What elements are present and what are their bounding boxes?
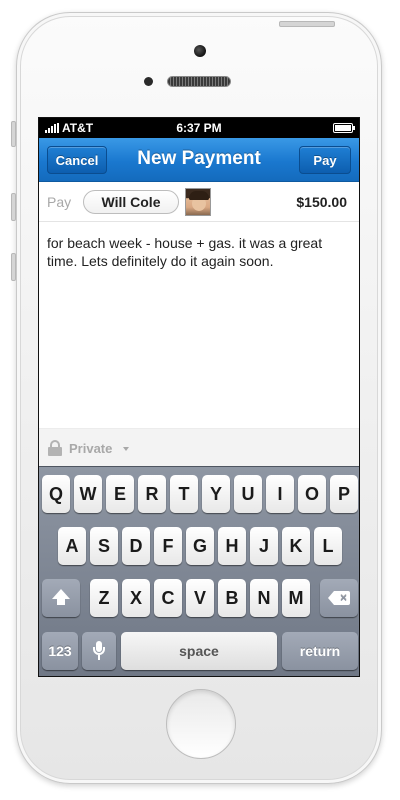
front-camera (194, 45, 206, 57)
key-t[interactable]: T (170, 475, 198, 513)
dictation-key[interactable] (82, 632, 116, 670)
privacy-label: Private (69, 441, 113, 456)
key-e[interactable]: E (106, 475, 134, 513)
delete-key[interactable]: × (320, 579, 358, 617)
key-v[interactable]: V (186, 579, 214, 617)
status-bar: AT&T 6:37 PM (39, 118, 359, 138)
recipient-chip[interactable]: Will Cole (83, 190, 179, 214)
note-text-area[interactable]: for beach week - house + gas. it was a g… (47, 234, 351, 270)
proximity-sensor (144, 77, 153, 86)
key-g[interactable]: G (186, 527, 214, 565)
pay-label: Pay (47, 194, 72, 210)
key-d[interactable]: D (122, 527, 150, 565)
return-key[interactable]: return (282, 632, 358, 670)
nav-bar: Cancel New Payment Pay (39, 138, 359, 182)
key-z[interactable]: Z (90, 579, 118, 617)
space-key[interactable]: space (121, 632, 277, 670)
numbers-key[interactable]: 123 (42, 632, 78, 670)
key-o[interactable]: O (298, 475, 326, 513)
key-r[interactable]: R (138, 475, 166, 513)
key-b[interactable]: B (218, 579, 246, 617)
lock-icon (48, 440, 62, 456)
backspace-icon: × (328, 591, 350, 605)
keyboard-row-3: Z X C V B N M × (39, 579, 359, 619)
power-button (279, 21, 335, 27)
shift-arrow-icon (52, 589, 70, 607)
key-c[interactable]: C (154, 579, 182, 617)
key-k[interactable]: K (282, 527, 310, 565)
key-j[interactable]: J (250, 527, 278, 565)
status-time: 6:37 PM (176, 121, 222, 135)
key-p[interactable]: P (330, 475, 358, 513)
volume-down-button (11, 253, 16, 281)
key-l[interactable]: L (314, 527, 342, 565)
shift-key[interactable] (42, 579, 80, 617)
microphone-icon (93, 641, 105, 661)
key-u[interactable]: U (234, 475, 262, 513)
amount-field[interactable]: $150.00 (296, 194, 347, 210)
key-h[interactable]: H (218, 527, 246, 565)
key-q[interactable]: Q (42, 475, 70, 513)
earpiece-speaker (167, 76, 231, 87)
chevron-down-icon (123, 447, 129, 451)
key-m[interactable]: M (282, 579, 310, 617)
key-n[interactable]: N (250, 579, 278, 617)
keyboard-row-4: 123 space return (39, 632, 359, 672)
mute-switch (11, 121, 16, 147)
privacy-selector[interactable]: Private (39, 428, 359, 466)
pay-button[interactable]: Pay (299, 146, 351, 174)
key-w[interactable]: W (74, 475, 102, 513)
key-a[interactable]: A (58, 527, 86, 565)
key-y[interactable]: Y (202, 475, 230, 513)
key-s[interactable]: S (90, 527, 118, 565)
recipient-row: Pay Will Cole $150.00 (39, 182, 359, 222)
key-f[interactable]: F (154, 527, 182, 565)
battery-full-icon (333, 123, 355, 133)
keyboard-row-1: Q W E R T Y U I O P (39, 475, 359, 515)
keyboard: Q W E R T Y U I O P A S D F G H J K L Z (39, 466, 359, 676)
volume-up-button (11, 193, 16, 221)
home-button[interactable] (166, 689, 236, 759)
screen: AT&T 6:37 PM Cancel New Payment Pay Pay … (38, 117, 360, 677)
key-i[interactable]: I (266, 475, 294, 513)
recipient-avatar (185, 188, 211, 216)
key-x[interactable]: X (122, 579, 150, 617)
keyboard-row-2: A S D F G H J K L (39, 527, 359, 567)
